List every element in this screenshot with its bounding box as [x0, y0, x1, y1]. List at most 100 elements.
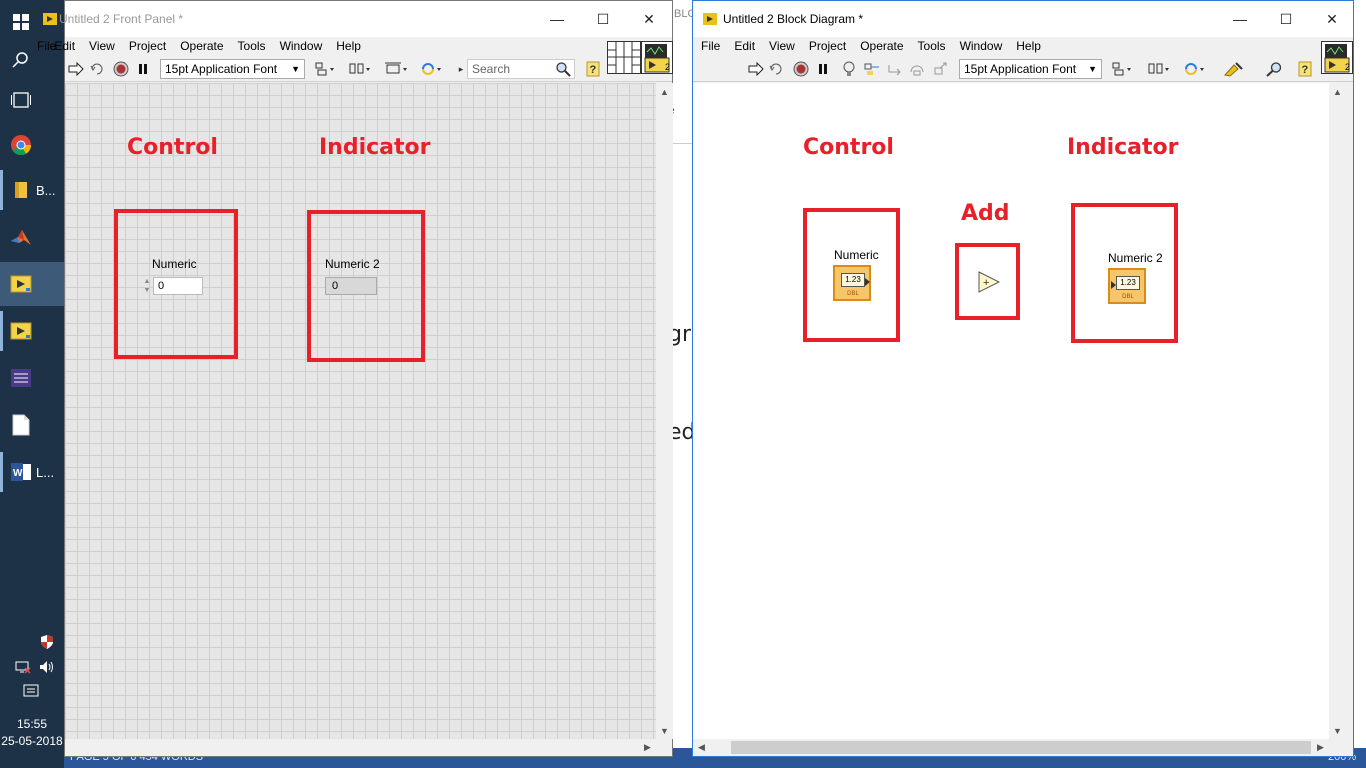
chrome-button[interactable]	[0, 123, 64, 167]
control-heading: Control	[127, 135, 218, 160]
word-button[interactable]: W L...	[0, 450, 64, 494]
menu-window[interactable]: Window	[280, 39, 323, 53]
step-over-icon[interactable]	[909, 60, 927, 78]
reorder-icon[interactable]	[1184, 60, 1208, 78]
menu-project[interactable]: Project	[129, 39, 166, 53]
align-objects-icon[interactable]	[315, 60, 337, 78]
menu-edit[interactable]: Edit	[734, 39, 755, 53]
front-panel-toolbar: 15pt Application Font ▼ ▸ Search ?	[65, 55, 672, 82]
highlight-execution-icon[interactable]	[840, 60, 858, 78]
connector-pane[interactable]	[607, 41, 641, 74]
font-select[interactable]: 15pt Application Font ▼	[959, 59, 1102, 79]
labview-button-2[interactable]	[0, 309, 64, 353]
scroll-right-icon[interactable]: ▶	[639, 739, 656, 756]
block-diagram-canvas[interactable]: Control Add Indicator Numeric 1.23 DBL +…	[693, 83, 1329, 739]
chrome-icon	[10, 134, 32, 156]
scroll-down-icon[interactable]: ▼	[656, 722, 673, 739]
minimize-icon[interactable]: —	[534, 1, 580, 37]
resize-objects-icon[interactable]	[385, 60, 409, 78]
block-diagram-horizontal-scrollbar[interactable]: ◀ ▶	[693, 739, 1329, 756]
front-panel-titlebar[interactable]: Untitled 2 Front Panel * — ☐ ✕	[43, 1, 672, 37]
labview-icon	[10, 273, 32, 295]
front-panel-horizontal-scrollbar[interactable]: ▶	[65, 739, 656, 756]
close-icon[interactable]: ✕	[626, 1, 672, 37]
block-diagram-vertical-scrollbar[interactable]: ▲ ▼	[1329, 83, 1346, 739]
numeric-control-input[interactable]: 0	[153, 277, 203, 295]
menu-window[interactable]: Window	[960, 39, 1003, 53]
ni-app-button[interactable]	[0, 356, 64, 400]
distribute-objects-icon[interactable]	[1148, 60, 1172, 78]
pause-icon[interactable]	[814, 60, 832, 78]
terminal-value: 1.23	[841, 273, 865, 287]
close-icon[interactable]: ✕	[1309, 1, 1355, 37]
abort-icon[interactable]	[112, 60, 130, 78]
maximize-icon[interactable]: ☐	[1263, 1, 1309, 37]
maximize-icon[interactable]: ☐	[580, 1, 626, 37]
toolbar-expand-icon[interactable]: ▸	[456, 60, 466, 78]
front-panel-canvas[interactable]: Control Indicator Numeric ▲ ▼ 0 Numeric 2…	[65, 83, 656, 739]
clock-date: 25-05-2018	[1, 734, 63, 748]
matlab-button[interactable]	[0, 216, 64, 260]
search-icon[interactable]	[1266, 60, 1284, 78]
step-out-icon[interactable]	[933, 60, 951, 78]
menu-view[interactable]: View	[769, 39, 795, 53]
menu-edit[interactable]: Edit	[54, 39, 75, 53]
volume-icon[interactable]	[38, 658, 56, 676]
increment-decrement-icon[interactable]: ▲ ▼	[142, 275, 152, 297]
pause-icon[interactable]	[134, 60, 152, 78]
front-panel-vertical-scrollbar[interactable]: ▲ ▼	[656, 83, 673, 739]
run-continuously-icon[interactable]	[767, 60, 785, 78]
reorder-icon[interactable]	[421, 60, 445, 78]
context-help-icon[interactable]: ?	[584, 60, 602, 78]
chevron-down-icon: ▼	[1088, 64, 1097, 74]
document-icon	[10, 414, 32, 436]
distribute-objects-icon[interactable]	[349, 60, 373, 78]
align-objects-icon[interactable]	[1112, 60, 1134, 78]
clean-up-diagram-icon[interactable]	[1222, 60, 1244, 78]
scroll-down-icon[interactable]: ▼	[1329, 722, 1346, 739]
horizontal-scroll-thumb[interactable]	[731, 741, 1311, 754]
vi-icon[interactable]: 2	[1321, 41, 1353, 74]
labview-button-1[interactable]	[0, 262, 64, 306]
scroll-up-icon[interactable]: ▲	[1329, 83, 1346, 100]
context-help-icon[interactable]: ?	[1296, 60, 1314, 78]
abort-icon[interactable]	[792, 60, 810, 78]
minimize-icon[interactable]: —	[1217, 1, 1263, 37]
vi-icon[interactable]: 2	[641, 41, 673, 74]
notepad-button[interactable]	[0, 403, 64, 447]
scroll-right-icon[interactable]: ▶	[1312, 739, 1329, 756]
taskbar: B... W L... 15:55 25-05-2018	[0, 0, 64, 768]
menu-help[interactable]: Help	[336, 39, 361, 53]
step-into-icon[interactable]	[886, 60, 904, 78]
scroll-up-icon[interactable]: ▲	[656, 83, 673, 100]
menu-file[interactable]: File	[701, 39, 720, 53]
numeric-indicator-label: Numeric 2	[325, 257, 380, 271]
retain-wire-values-icon[interactable]	[863, 60, 881, 78]
task-view-button[interactable]	[0, 78, 64, 122]
run-arrow-icon[interactable]	[67, 60, 85, 78]
menu-operate[interactable]: Operate	[860, 39, 903, 53]
run-continuously-icon[interactable]	[88, 60, 106, 78]
numeric-indicator-terminal[interactable]: 1.23 DBL	[1108, 268, 1146, 304]
menu-project[interactable]: Project	[809, 39, 846, 53]
block-diagram-window: Untitled 2 Block Diagram * — ☐ ✕ File Ed…	[692, 0, 1354, 757]
run-arrow-icon[interactable]	[747, 60, 765, 78]
add-function-icon[interactable]: +	[978, 271, 1000, 293]
menu-tools[interactable]: Tools	[918, 39, 946, 53]
menu-help[interactable]: Help	[1016, 39, 1041, 53]
font-select[interactable]: 15pt Application Font ▼	[160, 59, 305, 79]
file-explorer-button[interactable]: B...	[0, 168, 64, 212]
numeric-indicator-display: 0	[325, 277, 377, 295]
menu-tools[interactable]: Tools	[238, 39, 266, 53]
scroll-left-icon[interactable]: ◀	[693, 739, 710, 756]
defender-shield-icon[interactable]	[38, 633, 56, 651]
search-icon[interactable]	[554, 60, 572, 78]
menu-view[interactable]: View	[89, 39, 115, 53]
menu-operate[interactable]: Operate	[180, 39, 223, 53]
numeric-control-terminal[interactable]: 1.23 DBL	[833, 265, 871, 301]
block-diagram-titlebar[interactable]: Untitled 2 Block Diagram * — ☐ ✕	[693, 1, 1353, 37]
search-placeholder: Search	[472, 62, 511, 76]
action-center-icon[interactable]	[22, 682, 40, 700]
clock[interactable]: 15:55 25-05-2018	[0, 716, 64, 750]
network-disconnected-icon[interactable]	[14, 658, 32, 676]
